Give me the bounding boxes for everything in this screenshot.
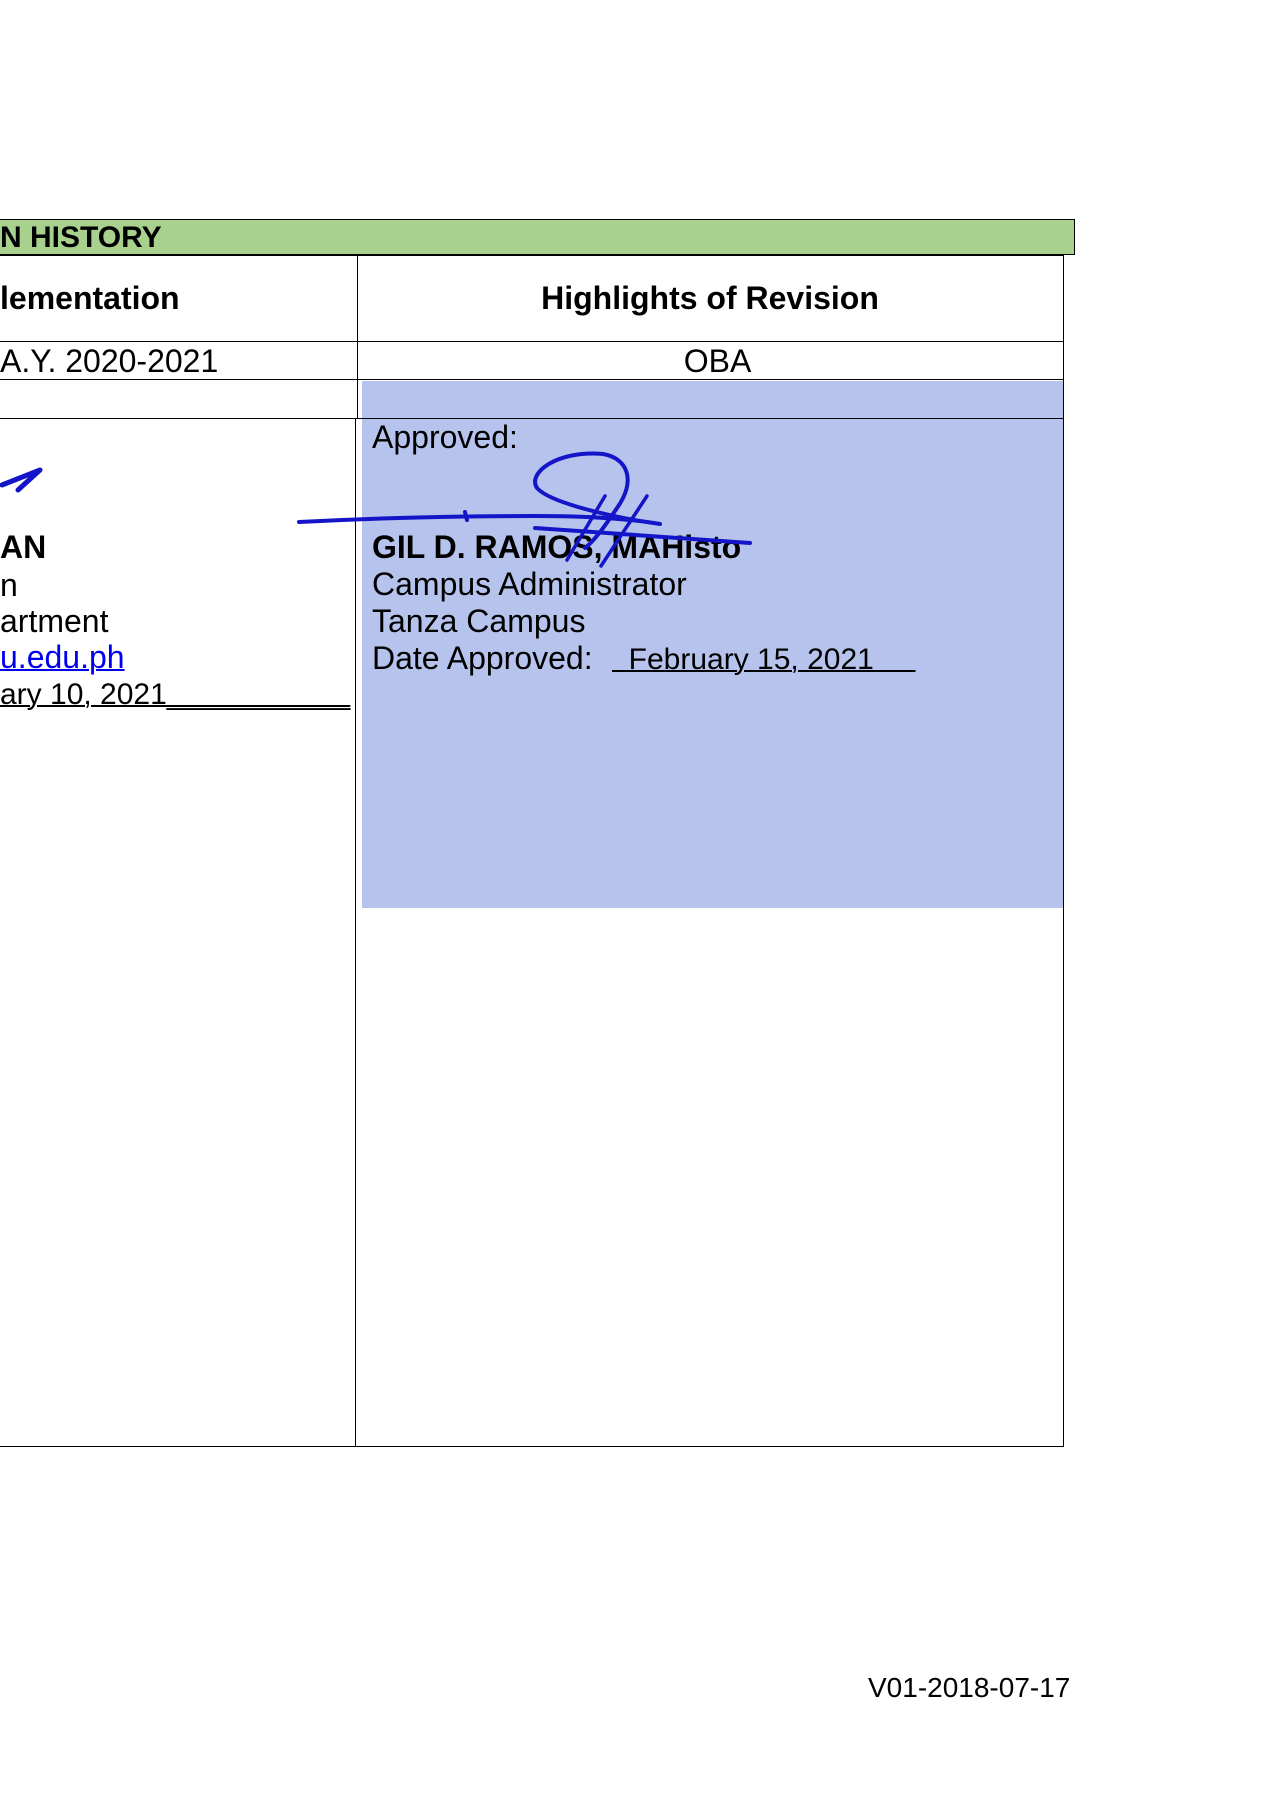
table-right-border	[1063, 255, 1064, 1447]
academic-year-cell: A.Y. 2020-2021	[0, 343, 219, 379]
column-divider-lower	[355, 418, 356, 1447]
left-signatory-department: artment	[0, 603, 109, 639]
date-approved-label: Date Approved:	[372, 640, 593, 676]
revision-highlight-cell: OBA	[683, 343, 752, 379]
left-signature-stroke	[0, 467, 43, 493]
row-divider-3	[0, 418, 1064, 419]
header-title: N HISTORY	[0, 221, 162, 254]
approver-campus: Tanza Campus	[372, 603, 586, 639]
left-signatory-name: AN	[0, 529, 47, 565]
version-code: V01-2018-07-17	[868, 1672, 1071, 1703]
approver-position: Campus Administrator	[372, 566, 687, 602]
left-date: ary 10, 2021___________	[0, 678, 351, 711]
table-top-border	[0, 255, 1064, 256]
approver-signature	[297, 451, 752, 568]
left-column-header: lementation	[0, 280, 180, 316]
column-divider-upper	[357, 255, 358, 418]
row-divider-1	[0, 341, 1064, 342]
date-approved-value: February 15, 2021	[612, 643, 916, 676]
left-signatory-line1: n	[0, 567, 18, 603]
table-bottom-border	[0, 1446, 1064, 1447]
email-link[interactable]: u.edu.ph	[0, 639, 125, 676]
right-column-header: Highlights of Revision	[541, 280, 879, 316]
revision-history-header: N HISTORY	[0, 219, 1075, 255]
